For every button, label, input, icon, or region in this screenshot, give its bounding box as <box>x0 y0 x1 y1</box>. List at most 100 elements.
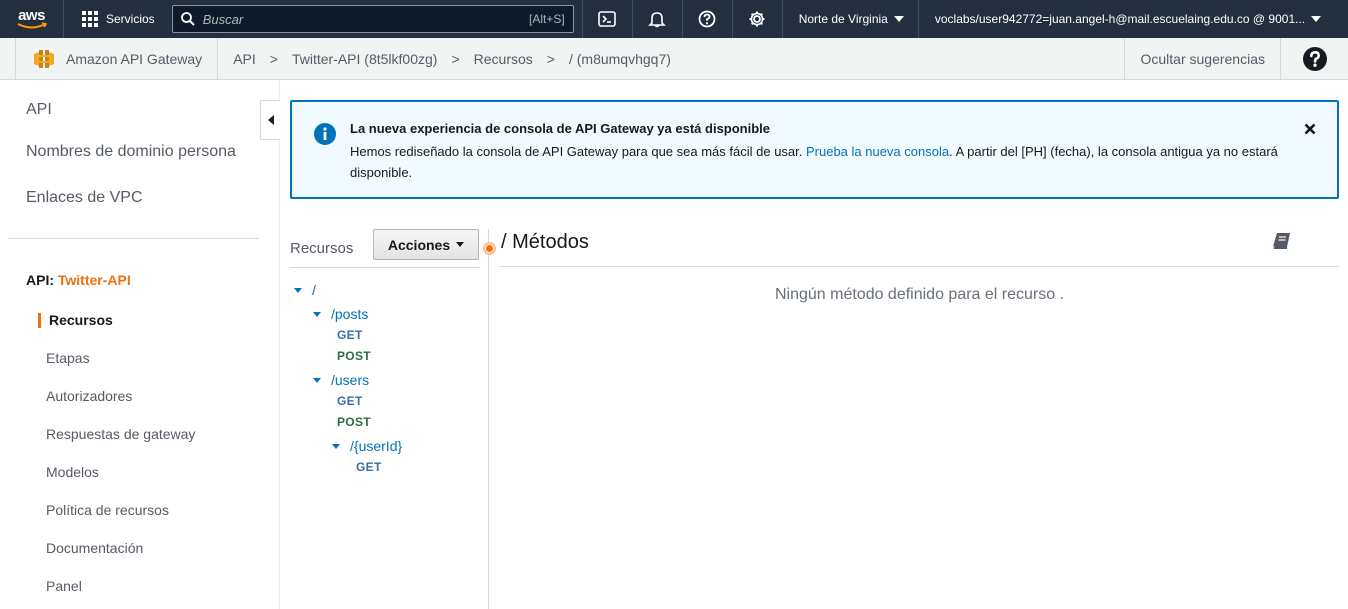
sidebar-item-models[interactable]: Modelos <box>0 453 279 491</box>
caret-down-icon <box>1311 16 1322 22</box>
region-selector[interactable]: Norte de Virginia <box>781 0 918 38</box>
sidebar-item-api[interactable]: API <box>26 88 52 132</box>
breadcrumb-separator: > <box>546 50 555 67</box>
resources-divider <box>290 267 480 268</box>
services-menu-button[interactable]: Servicios <box>64 0 171 38</box>
sidebar-item-label: Recursos <box>49 312 113 328</box>
resource-path[interactable]: /{userId} <box>350 438 402 454</box>
sidebar-item-stages[interactable]: Etapas <box>0 339 279 377</box>
service-header-bar: Amazon API Gateway API > Twitter-API (8t… <box>0 37 1348 80</box>
method-verb[interactable]: GET <box>356 460 382 474</box>
hide-tips-button[interactable]: Ocultar sugerencias <box>1124 37 1280 80</box>
hide-tips-label: Ocultar sugerencias <box>1140 50 1265 67</box>
sidebar-collapse-button[interactable] <box>260 100 280 140</box>
close-icon[interactable] <box>1304 123 1316 135</box>
services-grid-icon <box>82 11 98 27</box>
sidebar-item-label: Etapas <box>46 350 90 366</box>
banner-body-text: Hemos rediseñado la consola de API Gatew… <box>350 144 806 159</box>
account-menu[interactable]: voclabs/user942772=juan.angel-h@mail.esc… <box>917 0 1322 38</box>
help-icon <box>1302 46 1327 71</box>
methods-title: / Métodos <box>501 231 589 253</box>
cloudshell-icon <box>598 11 616 27</box>
tree-method-users-post[interactable]: POST <box>337 415 371 429</box>
sidebar-item-custom-domains[interactable]: Nombres de dominio persona <box>26 130 236 174</box>
aws-smile-icon <box>17 21 47 28</box>
search-input[interactable] <box>202 11 529 27</box>
resource-path[interactable]: / <box>312 282 316 298</box>
breadcrumb-api[interactable]: API <box>233 51 256 67</box>
region-label: Norte de Virginia <box>798 12 888 26</box>
sidebar-item-label: Documentación <box>46 540 144 556</box>
help-circle-icon <box>698 10 716 28</box>
resource-path[interactable]: /users <box>331 372 369 388</box>
tree-node-posts[interactable]: /posts <box>313 306 368 322</box>
breadcrumb-resources[interactable]: Recursos <box>474 51 533 67</box>
banner-body: Hemos rediseñado la consola de API Gatew… <box>350 141 1310 183</box>
new-console-link[interactable]: Prueba la nueva consola <box>806 144 949 159</box>
breadcrumb: API > Twitter-API (8t5lkf00zg) > Recurso… <box>218 51 1124 67</box>
top-navigation: aws Servicios [Alt+S] <box>0 0 1348 38</box>
tree-node-userid[interactable]: /{userId} <box>332 438 402 454</box>
sidebar-item-label: Panel <box>46 578 82 594</box>
book-icon[interactable] <box>1272 231 1292 251</box>
sidebar-item-resources[interactable]: Recursos <box>0 301 279 339</box>
notifications-button[interactable] <box>631 0 682 38</box>
resources-label: Recursos <box>290 240 354 257</box>
breadcrumb-separator: > <box>269 50 278 67</box>
resource-path[interactable]: /posts <box>331 306 368 322</box>
sidebar-item-vpc-links[interactable]: Enlaces de VPC <box>26 176 143 220</box>
actions-label: Acciones <box>387 236 451 253</box>
search-icon <box>180 12 195 26</box>
sidebar-api-name[interactable]: Twitter-API <box>58 272 131 288</box>
tree-method-posts-post[interactable]: POST <box>337 349 371 363</box>
expand-caret-icon[interactable] <box>313 377 321 383</box>
sidebar-item-resource-policy[interactable]: Política de recursos <box>0 491 279 529</box>
panel-resize-handle[interactable] <box>483 242 496 255</box>
cloudshell-button[interactable] <box>581 0 632 38</box>
bell-icon <box>648 12 667 28</box>
api-gateway-icon <box>34 49 54 68</box>
chevron-left-icon <box>267 115 274 125</box>
expand-caret-icon[interactable] <box>294 287 302 293</box>
empty-methods-message: Ningún método definido para el recurso . <box>774 286 1065 303</box>
search-shortcut: [Alt+S] <box>529 12 565 26</box>
banner-title: La nueva experiencia de consola de API G… <box>350 121 771 136</box>
sidebar-item-label: Autorizadores <box>46 388 133 404</box>
sidebar-item-label: Modelos <box>46 464 99 480</box>
sidebar-item-authorizers[interactable]: Autorizadores <box>0 377 279 415</box>
sidebar-item-gateway-responses[interactable]: Respuestas de gateway <box>0 415 279 453</box>
breadcrumb-separator: > <box>451 50 460 67</box>
sidebar-item-documentation[interactable]: Documentación <box>0 529 279 567</box>
sidebar-item-dashboard[interactable]: Panel <box>0 567 279 605</box>
header-spacer <box>0 37 16 80</box>
tree-method-users-get[interactable]: GET <box>337 394 363 408</box>
help-panel-button[interactable] <box>1280 37 1348 80</box>
sidebar-api-heading: API: Twitter-API <box>26 272 131 288</box>
help-button[interactable] <box>681 0 732 38</box>
aws-logo[interactable]: aws <box>0 0 64 38</box>
sidebar-item-label: Respuestas de gateway <box>46 426 196 442</box>
account-label: voclabs/user942772=juan.angel-h@mail.esc… <box>934 12 1306 26</box>
aws-logo-text: aws <box>18 6 45 24</box>
method-verb[interactable]: GET <box>337 328 363 342</box>
tree-node-users[interactable]: /users <box>313 372 369 388</box>
method-verb[interactable]: POST <box>337 415 371 429</box>
breadcrumb-api-name[interactable]: Twitter-API (8t5lkf00zg) <box>292 51 438 67</box>
tree-node-root[interactable]: / <box>294 282 316 298</box>
actions-dropdown-button[interactable]: Acciones <box>373 229 479 260</box>
method-verb[interactable]: GET <box>337 394 363 408</box>
search-box[interactable]: [Alt+S] <box>171 5 574 33</box>
info-banner: La nueva experiencia de consola de API G… <box>290 100 1339 199</box>
service-name: Amazon API Gateway <box>66 50 203 67</box>
caret-down-icon <box>893 16 904 22</box>
method-verb[interactable]: POST <box>337 349 371 363</box>
expand-caret-icon[interactable] <box>313 311 321 317</box>
sidebar-divider <box>8 238 259 239</box>
tree-method-userid-get[interactable]: GET <box>356 460 382 474</box>
settings-button[interactable] <box>731 0 782 38</box>
sidebar: API Nombres de dominio persona Enlaces d… <box>0 80 280 609</box>
gear-icon <box>749 11 765 27</box>
service-name-link[interactable]: Amazon API Gateway <box>16 37 219 80</box>
tree-method-posts-get[interactable]: GET <box>337 328 363 342</box>
expand-caret-icon[interactable] <box>332 443 340 449</box>
